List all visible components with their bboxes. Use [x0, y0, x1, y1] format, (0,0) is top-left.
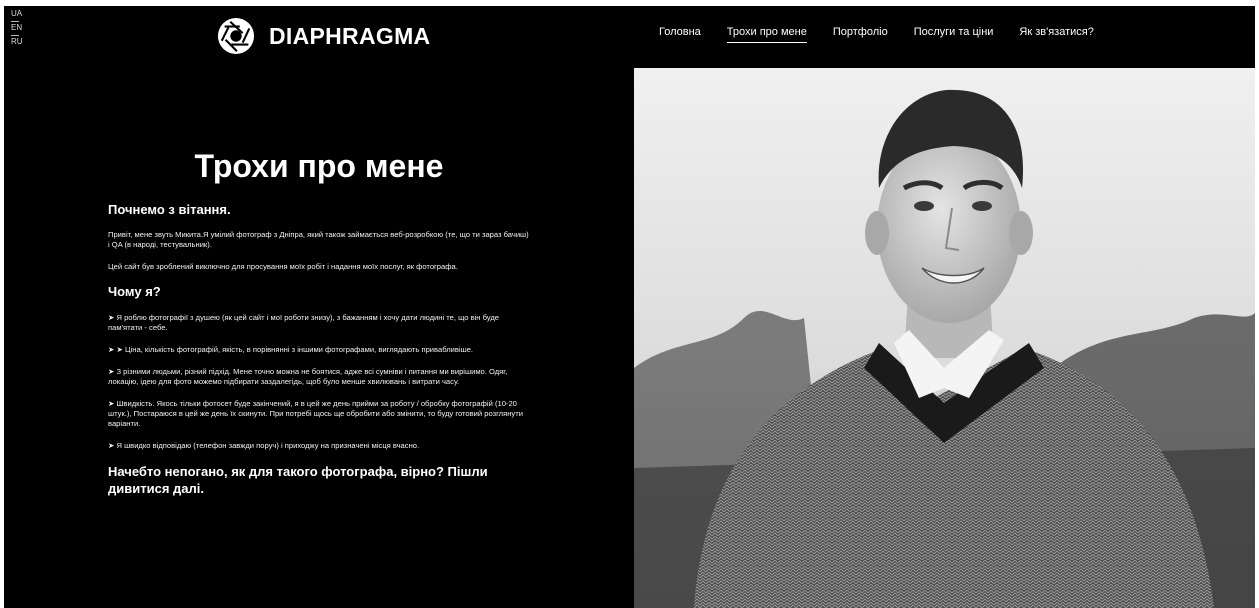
portrait-photo — [634, 68, 1255, 608]
about-content: Почнемо з вітання. Привіт, мене звуть Ми… — [108, 202, 532, 510]
reason-item: ➤ Я роблю фотографії з душею (як цей сай… — [108, 313, 499, 332]
lang-divider — [11, 35, 19, 36]
brand-name: DIAPHRAGMA — [269, 22, 431, 49]
brand-logo[interactable]: DIAPHRAGMA — [217, 17, 430, 55]
why-heading: Чому я? — [108, 284, 161, 299]
nav-services-prices[interactable]: Послуги та ціни — [914, 26, 994, 43]
lang-ua[interactable]: UA — [11, 9, 23, 19]
closing-heading: Начебто непогано, як для такого фотограф… — [108, 464, 488, 496]
lang-divider — [11, 21, 19, 22]
portrait-image — [634, 68, 1255, 608]
intro-paragraph: Привіт, мене звуть Микита.Я умілий фотог… — [108, 230, 529, 249]
reason-item: ➤ ➤ Ціна, кількість фотографій, якість, … — [108, 345, 474, 354]
nav-portfolio[interactable]: Портфоліо — [833, 26, 888, 43]
language-switcher: UA EN RU — [11, 9, 23, 47]
about-text-panel: Трохи про мене Почнемо з вітання. Привіт… — [4, 68, 634, 608]
reason-item: ➤ З різними людьми, різний підхід. Мене … — [108, 367, 508, 386]
lang-en[interactable]: EN — [11, 23, 23, 33]
purpose-paragraph: Цей сайт був зроблений виключно для прос… — [108, 262, 458, 271]
lang-ru[interactable]: RU — [11, 37, 23, 47]
page-title: Трохи про мене — [194, 148, 444, 184]
site-header: UA EN RU DIAPHRAGMA Головна Трохи про ме… — [4, 6, 1255, 68]
greeting-heading: Почнемо з вітання. — [108, 202, 231, 217]
reason-item: ➤ Я швидко відповідаю (телефон завжди по… — [108, 441, 420, 450]
nav-home[interactable]: Головна — [659, 26, 701, 43]
main-nav: Головна Трохи про мене Портфоліо Послуги… — [659, 26, 1120, 43]
reason-item: ➤ Швидкість. Якось тільки фотосет буде з… — [108, 399, 523, 428]
page-frame: UA EN RU DIAPHRAGMA Головна Трохи про ме… — [4, 6, 1255, 608]
nav-contact[interactable]: Як зв'язатися? — [1019, 26, 1093, 43]
aperture-icon — [217, 17, 255, 55]
nav-about[interactable]: Трохи про мене — [726, 26, 807, 43]
